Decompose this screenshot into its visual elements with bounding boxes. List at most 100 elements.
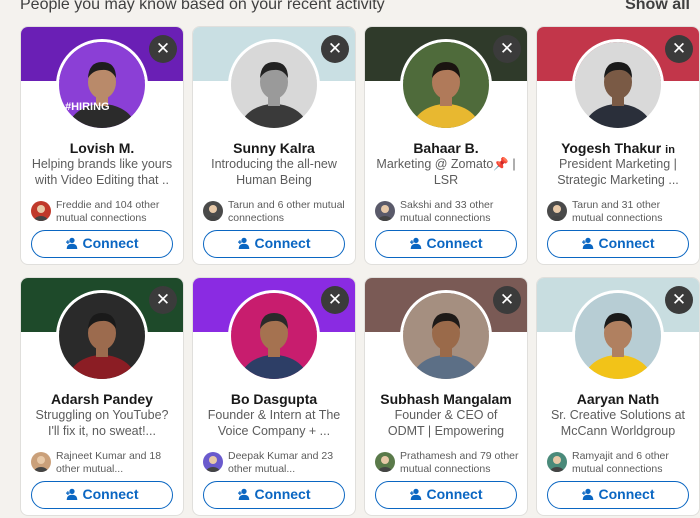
person-name[interactable]: Bo Dasgupta xyxy=(197,391,351,407)
mutual-avatar xyxy=(31,452,51,472)
mutual-connections: Ramyajit and 6 other mutual connections xyxy=(547,450,693,476)
linkedin-badge-icon: in xyxy=(665,144,675,156)
person-name[interactable]: Sunny Kalra xyxy=(197,140,351,156)
person-icon xyxy=(375,201,395,221)
dismiss-button[interactable]: ✕ xyxy=(321,286,349,314)
person-icon xyxy=(547,452,567,472)
person-headline: Helping brands like yours with Video Edi… xyxy=(31,157,173,187)
connect-label: Connect xyxy=(426,235,483,251)
person-headline: Marketing @ Zomato📌 | LSR xyxy=(376,157,516,187)
person-card[interactable]: ✕ Aaryan Nath Sr. Creative Solutions at … xyxy=(536,277,700,516)
person-name[interactable]: Subhash Mangalam xyxy=(369,391,523,407)
mutual-connections: Deepak Kumar and 23 other mutual... xyxy=(203,450,349,476)
mutual-avatar xyxy=(203,201,223,221)
mutual-connections: Sakshi and 33 other mutual connections xyxy=(375,199,521,225)
person-name[interactable]: Yogesh Thakur in xyxy=(541,140,695,156)
person-card[interactable]: ✕ Sunny Kalra Introducing the all-new Hu… xyxy=(192,26,356,265)
avatar-portrait-icon xyxy=(575,293,661,379)
mutual-connections: Freddie and 104 other mutual connections xyxy=(31,199,177,225)
mutual-text: Freddie and 104 other mutual connections xyxy=(56,199,160,224)
mutual-avatar xyxy=(547,201,567,221)
hiring-badge: #HIRING xyxy=(65,101,110,113)
add-person-icon xyxy=(581,237,593,249)
profile-photo[interactable] xyxy=(228,290,320,382)
dismiss-button[interactable]: ✕ xyxy=(321,35,349,63)
person-name[interactable]: Lovish M. xyxy=(25,140,179,156)
person-name[interactable]: Aaryan Nath xyxy=(541,391,695,407)
person-card[interactable]: ✕ Bahaar B. Marketing @ Zomato📌 | LSR Sa… xyxy=(364,26,528,265)
add-person-icon xyxy=(237,488,249,500)
section-title: People you may know based on your recent… xyxy=(20,0,385,13)
dismiss-button[interactable]: ✕ xyxy=(149,35,177,63)
connect-button[interactable]: Connect xyxy=(31,481,173,509)
profile-photo[interactable] xyxy=(572,290,664,382)
mutual-avatar xyxy=(375,452,395,472)
connect-label: Connect xyxy=(598,486,655,502)
mutual-connections: Tarun and 31 other mutual connections xyxy=(547,199,693,225)
mutual-text: Ramyajit and 6 other mutual connections xyxy=(572,450,669,475)
person-headline: Founder & Intern at The Voice Company + … xyxy=(207,408,341,438)
profile-photo[interactable] xyxy=(400,39,492,131)
mutual-text: Prathamesh and 79 other mutual connectio… xyxy=(400,450,519,475)
mutual-connections: Tarun and 6 other mutual connections xyxy=(203,199,349,225)
profile-photo[interactable] xyxy=(400,290,492,382)
avatar-portrait-icon xyxy=(231,42,317,128)
connect-label: Connect xyxy=(598,235,655,251)
profile-photo[interactable] xyxy=(572,39,664,131)
avatar-portrait-icon xyxy=(59,293,145,379)
dismiss-button[interactable]: ✕ xyxy=(493,286,521,314)
mutual-avatar xyxy=(203,452,223,472)
mutual-avatar xyxy=(31,201,51,221)
add-person-icon xyxy=(581,488,593,500)
person-headline: President Marketing | Strategic Marketin… xyxy=(557,157,679,187)
person-name[interactable]: Bahaar B. xyxy=(369,140,523,156)
connect-button[interactable]: Connect xyxy=(203,481,345,509)
dismiss-button[interactable]: ✕ xyxy=(493,35,521,63)
avatar-portrait-icon xyxy=(575,42,661,128)
person-card[interactable]: ✕ Subhash Mangalam Founder & CEO of ODMT… xyxy=(364,277,528,516)
add-person-icon xyxy=(237,237,249,249)
mutual-text: Tarun and 6 other mutual connections xyxy=(228,199,345,224)
show-all-link[interactable]: Show all xyxy=(625,0,690,14)
profile-photo[interactable] xyxy=(56,39,148,131)
mutual-connections: Rajneet Kumar and 18 other mutual... xyxy=(31,450,177,476)
connect-label: Connect xyxy=(82,235,139,251)
person-headline: Sr. Creative Solutions at McCann Worldgr… xyxy=(550,408,686,438)
person-icon xyxy=(31,452,51,472)
mutual-connections: Prathamesh and 79 other mutual connectio… xyxy=(375,450,521,476)
add-person-icon xyxy=(409,237,421,249)
add-person-icon xyxy=(65,237,77,249)
mutual-avatar xyxy=(375,201,395,221)
connect-button[interactable]: Connect xyxy=(547,230,689,258)
section-header: People you may know based on your recent… xyxy=(0,0,700,18)
connect-label: Connect xyxy=(254,235,311,251)
person-card[interactable]: ✕ Bo Dasgupta Founder & Intern at The Vo… xyxy=(192,277,356,516)
avatar-portrait-icon xyxy=(59,42,145,128)
connect-label: Connect xyxy=(426,486,483,502)
person-name[interactable]: Adarsh Pandey xyxy=(25,391,179,407)
person-card[interactable]: ✕ Adarsh Pandey Struggling on YouTube? I… xyxy=(20,277,184,516)
person-card[interactable]: ✕ Lovish M. Helping brands like yours wi… xyxy=(20,26,184,265)
connect-button[interactable]: Connect xyxy=(203,230,345,258)
add-person-icon xyxy=(409,488,421,500)
dismiss-button[interactable]: ✕ xyxy=(149,286,177,314)
person-icon xyxy=(203,201,223,221)
mutual-text: Deepak Kumar and 23 other mutual... xyxy=(228,450,334,475)
avatar-portrait-icon xyxy=(403,293,489,379)
connect-button[interactable]: Connect xyxy=(375,230,517,258)
connect-button[interactable]: Connect xyxy=(547,481,689,509)
person-card[interactable]: ✕ Yogesh Thakur in President Marketing | … xyxy=(536,26,700,265)
dismiss-button[interactable]: ✕ xyxy=(665,35,693,63)
avatar-portrait-icon xyxy=(403,42,489,128)
connect-button[interactable]: Connect xyxy=(375,481,517,509)
add-person-icon xyxy=(65,488,77,500)
dismiss-button[interactable]: ✕ xyxy=(665,286,693,314)
profile-photo[interactable] xyxy=(228,39,320,131)
profile-photo[interactable] xyxy=(56,290,148,382)
person-icon xyxy=(547,201,567,221)
person-icon xyxy=(375,452,395,472)
person-headline: Introducing the all-new Human Being xyxy=(211,157,337,187)
person-icon xyxy=(31,201,51,221)
connect-button[interactable]: Connect xyxy=(31,230,173,258)
person-icon xyxy=(203,452,223,472)
